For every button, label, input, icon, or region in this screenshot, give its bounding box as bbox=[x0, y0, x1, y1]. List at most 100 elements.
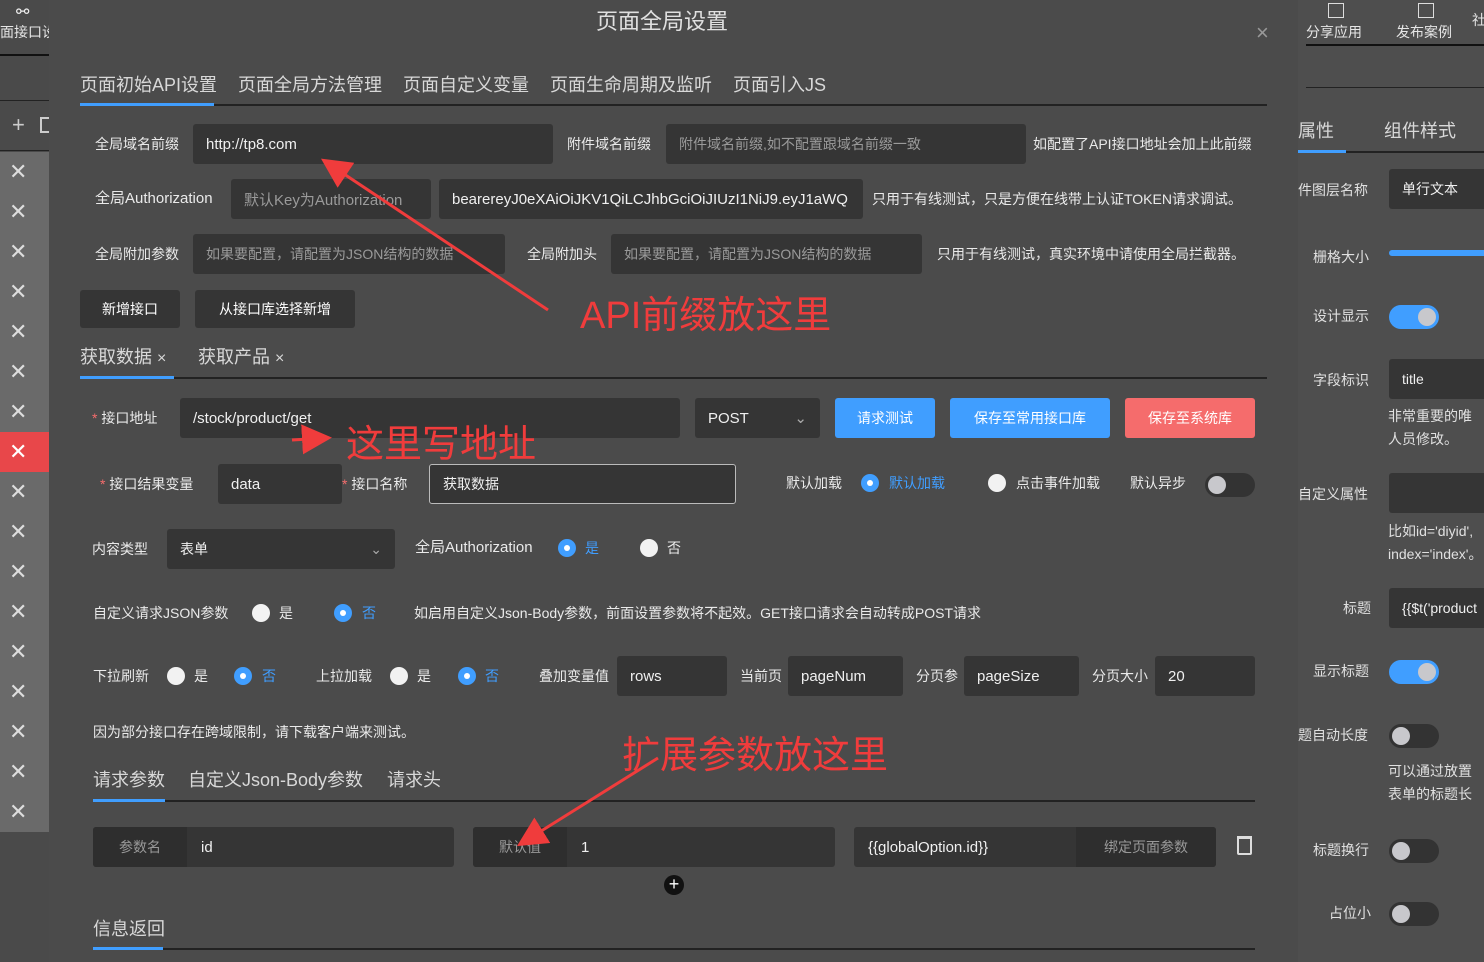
add-from-library-button[interactable]: 从接口库选择新增 bbox=[195, 290, 355, 328]
auto-length-label: 题自动长度 bbox=[1298, 727, 1368, 743]
domain-input[interactable]: http://tp8.com bbox=[193, 124, 553, 164]
close-icon[interactable]: ✕ bbox=[0, 592, 49, 632]
radio-json-no[interactable] bbox=[334, 604, 352, 622]
content-type-select[interactable]: 表单 ⌄ bbox=[167, 529, 395, 569]
close-icon[interactable]: ✕ bbox=[0, 192, 49, 232]
auth-value-input[interactable]: bearereyJ0eXAiOiJKV1QiLCJhbGciOiJIUzI1Ni… bbox=[439, 179, 863, 219]
tab-global-methods[interactable]: 页面全局方法管理 bbox=[238, 71, 382, 97]
close-icon[interactable]: ✕ bbox=[0, 272, 49, 312]
layer-name-label: 件图层名称 bbox=[1298, 182, 1368, 198]
name-input[interactable]: 获取数据 bbox=[429, 464, 736, 504]
close-icon[interactable]: × bbox=[275, 350, 284, 367]
close-icon[interactable]: × bbox=[157, 350, 166, 367]
result-input[interactable]: data bbox=[218, 464, 342, 504]
radio-label: 默认加载 bbox=[889, 475, 945, 491]
publish-case-button[interactable]: 发布案例 bbox=[1396, 22, 1452, 42]
close-icon[interactable]: ✕ bbox=[0, 512, 49, 552]
default-value-group[interactable]: 默认值 1 bbox=[473, 827, 835, 867]
tab-request-params[interactable]: 请求参数 bbox=[93, 766, 165, 792]
design-show-toggle[interactable] bbox=[1389, 305, 1439, 329]
add-icon[interactable]: + bbox=[12, 112, 25, 138]
custom-attr-input[interactable] bbox=[1389, 473, 1484, 513]
close-icon[interactable]: × bbox=[1256, 20, 1269, 46]
add-param-icon[interactable]: + bbox=[664, 875, 684, 895]
show-title-toggle[interactable] bbox=[1389, 660, 1439, 684]
param-input[interactable]: 如果要配置，请配置为JSON结构的数据 bbox=[193, 234, 505, 274]
title-input[interactable]: {{$t('product bbox=[1389, 588, 1484, 628]
tab-lifecycle[interactable]: 页面生命周期及监听 bbox=[550, 71, 712, 97]
header-input[interactable]: 如果要配置，请配置为JSON结构的数据 bbox=[611, 234, 922, 274]
title-wrap-toggle[interactable] bbox=[1389, 839, 1439, 863]
tab-json-body[interactable]: 自定义Json-Body参数 bbox=[188, 766, 363, 792]
api-settings-label[interactable]: 面接口设 bbox=[0, 22, 49, 42]
api-tab-get-data[interactable]: 获取数据 × bbox=[80, 343, 166, 369]
chevron-down-icon: ⌄ bbox=[794, 410, 807, 427]
default-value: 1 bbox=[581, 838, 590, 856]
auth-key-input[interactable]: 默认Key为Authorization bbox=[231, 179, 431, 219]
save-common-button[interactable]: 保存至常用接口库 bbox=[950, 398, 1110, 438]
close-icon[interactable]: ✕ bbox=[0, 792, 49, 832]
tab-properties[interactable]: 属性 bbox=[1298, 117, 1334, 143]
close-icon[interactable]: ✕ bbox=[0, 352, 49, 392]
page-param-input[interactable]: pageSize bbox=[964, 656, 1079, 696]
radio-pull-no[interactable] bbox=[234, 667, 252, 685]
method-value: POST bbox=[708, 409, 749, 427]
trash-icon[interactable] bbox=[1237, 836, 1252, 855]
layer-name-input[interactable]: 单行文本 bbox=[1389, 169, 1484, 209]
radio-pull-yes[interactable] bbox=[167, 667, 185, 685]
community-button[interactable]: 社 bbox=[1472, 10, 1484, 30]
close-icon[interactable]: ✕ bbox=[0, 312, 49, 352]
close-icon[interactable]: ✕ bbox=[0, 752, 49, 792]
close-icon[interactable]: ✕ bbox=[0, 712, 49, 752]
tab-bar-line bbox=[80, 104, 1267, 106]
close-icon[interactable]: ✕ bbox=[0, 392, 49, 432]
append-input[interactable]: rows bbox=[617, 656, 727, 696]
current-page-input[interactable]: pageNum bbox=[788, 656, 903, 696]
attach-label: 附件域名前缀 bbox=[567, 136, 651, 152]
api-tab-get-product[interactable]: 获取产品 × bbox=[198, 343, 284, 369]
close-icon[interactable]: ✕ bbox=[0, 432, 49, 472]
chevron-down-icon: ⌄ bbox=[370, 540, 382, 557]
close-icon[interactable]: ✕ bbox=[0, 552, 49, 592]
header-label: 全局附加头 bbox=[527, 246, 597, 262]
doc-icon[interactable] bbox=[40, 117, 49, 133]
close-icon[interactable]: ✕ bbox=[0, 472, 49, 512]
tab-component-style[interactable]: 组件样式 bbox=[1384, 117, 1456, 143]
save-system-button[interactable]: 保存至系统库 bbox=[1125, 398, 1255, 438]
attach-hint: 如配置了API接口地址会加上此前缀 bbox=[1033, 136, 1252, 152]
close-icon[interactable]: ✕ bbox=[0, 152, 49, 192]
field-id-input[interactable]: title bbox=[1389, 359, 1484, 399]
title-wrap-label: 标题换行 bbox=[1313, 842, 1369, 858]
tab-request-headers[interactable]: 请求头 bbox=[387, 766, 441, 792]
page-size-input[interactable]: 20 bbox=[1155, 656, 1255, 696]
add-api-button[interactable]: 新增接口 bbox=[80, 290, 180, 328]
attach-input[interactable]: 附件域名前缀,如不配置跟域名前缀一致 bbox=[666, 124, 1026, 164]
param-name-group[interactable]: 参数名 id bbox=[93, 827, 454, 867]
radio-json-yes[interactable] bbox=[252, 604, 270, 622]
divider bbox=[0, 54, 49, 56]
radio-default-load[interactable] bbox=[861, 474, 879, 492]
tab-import-js[interactable]: 页面引入JS bbox=[733, 71, 826, 97]
bind-param-group[interactable]: {{globalOption.id}} 绑定页面参数 bbox=[854, 827, 1216, 867]
radio-label: 否 bbox=[667, 540, 681, 556]
close-icon[interactable]: ✕ bbox=[0, 632, 49, 672]
tab-initial-api[interactable]: 页面初始API设置 bbox=[80, 71, 217, 97]
placeholder-small-toggle[interactable] bbox=[1389, 902, 1439, 926]
auto-length-note: 可以通过放置 表单的标题长 bbox=[1388, 763, 1472, 802]
radio-click-load[interactable] bbox=[988, 474, 1006, 492]
share-app-button[interactable]: 分享应用 bbox=[1306, 22, 1362, 42]
close-icon[interactable]: ✕ bbox=[0, 232, 49, 272]
bind-page-param-button[interactable]: 绑定页面参数 bbox=[1076, 827, 1216, 867]
grid-size-slider[interactable] bbox=[1389, 250, 1484, 256]
method-select[interactable]: POST ⌄ bbox=[695, 398, 820, 438]
radio-push-yes[interactable] bbox=[390, 667, 408, 685]
close-icon[interactable]: ✕ bbox=[0, 672, 49, 712]
radio-gauth-yes[interactable] bbox=[558, 539, 576, 557]
radio-gauth-no[interactable] bbox=[640, 539, 658, 557]
tab-custom-vars[interactable]: 页面自定义变量 bbox=[403, 71, 529, 97]
tab-info-return[interactable]: 信息返回 bbox=[93, 915, 165, 941]
auto-length-toggle[interactable] bbox=[1389, 724, 1439, 748]
async-toggle[interactable] bbox=[1205, 473, 1255, 497]
radio-push-no[interactable] bbox=[458, 667, 476, 685]
request-test-button[interactable]: 请求测试 bbox=[835, 398, 935, 438]
